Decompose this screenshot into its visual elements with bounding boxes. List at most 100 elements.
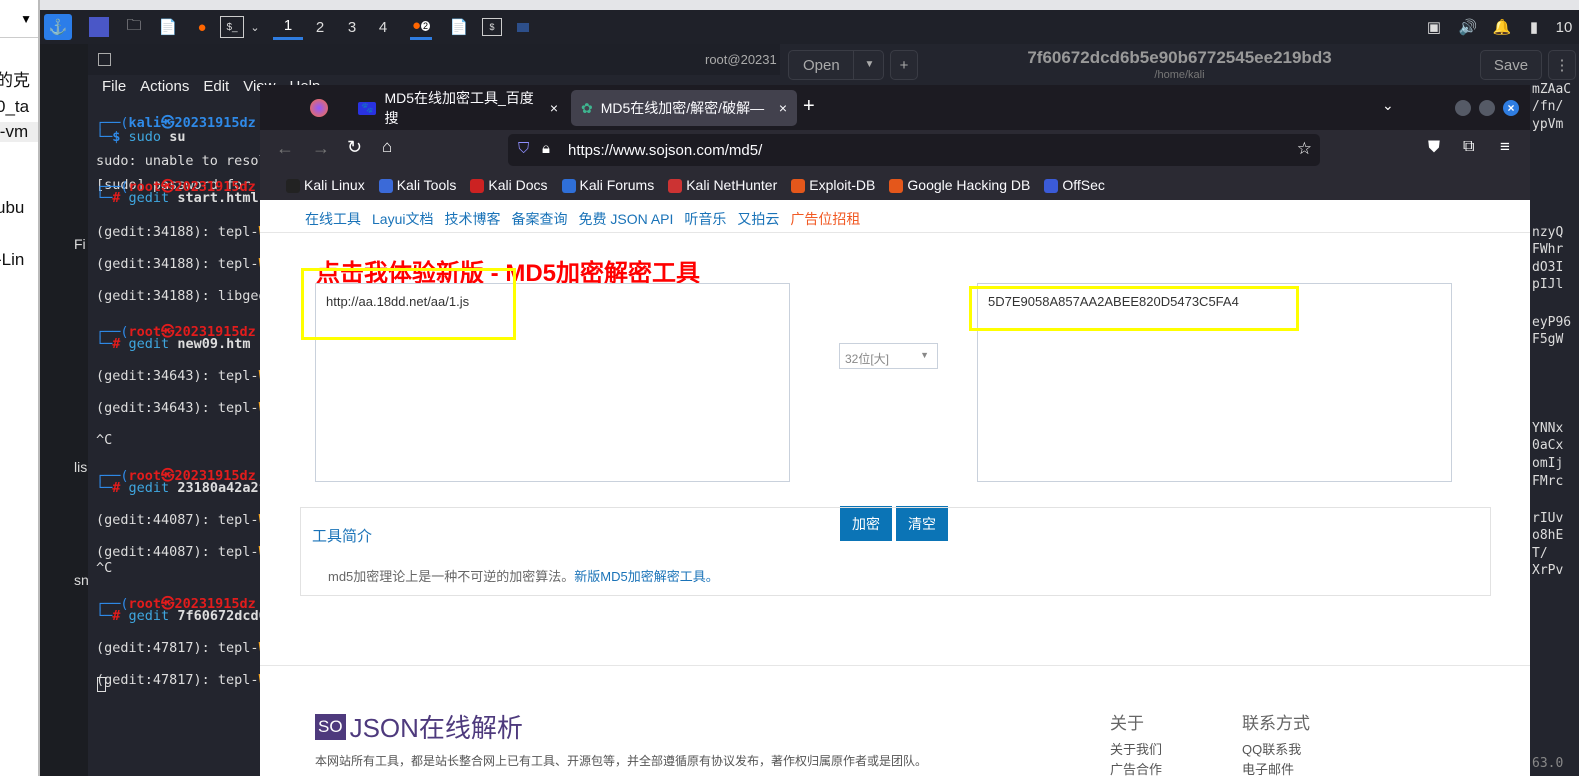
menu-edit[interactable]: Edit	[203, 78, 229, 95]
gedit-text-line[interactable]: omIj	[1532, 456, 1563, 471]
lock-icon[interactable]: 🔒︎	[542, 140, 550, 157]
gedit-text-line[interactable]: XrPv	[1532, 563, 1563, 578]
new-tab-button[interactable]: +	[803, 95, 815, 118]
gedit-text-line[interactable]: nzyQ	[1532, 225, 1563, 240]
site-nav-link[interactable]: 又拍云	[737, 209, 779, 229]
gedit-text-line[interactable]: YNNx	[1532, 421, 1563, 436]
minimize-button[interactable]	[1455, 100, 1471, 116]
bookmark-item[interactable]: Google Hacking DB	[889, 177, 1030, 194]
site-nav-link[interactable]: 备案查询	[511, 209, 567, 229]
footer-link[interactable]: 广告合作	[1110, 759, 1162, 776]
footer-link[interactable]: 电子邮件	[1242, 759, 1294, 776]
gedit-text-line[interactable]: F5gW	[1532, 332, 1563, 347]
extensions-icon[interactable]: ⧉	[1463, 138, 1474, 156]
workspace-3[interactable]: 3	[337, 14, 367, 40]
site-nav-link[interactable]: Layui文档	[372, 209, 433, 229]
save-button[interactable]: Save	[1480, 50, 1542, 80]
file-manager-icon[interactable]: 🗀	[122, 14, 146, 40]
bookmark-item[interactable]: Kali Forums	[561, 177, 654, 194]
bookmark-item[interactable]: Kali Tools	[378, 177, 456, 194]
window-task-icon[interactable]	[517, 22, 529, 32]
output-text: ^C	[96, 560, 113, 576]
new-version-link[interactable]: 新版MD5加密解密工具。	[574, 569, 718, 584]
bookmark-icon	[791, 179, 806, 194]
close-tab-icon[interactable]: ×	[550, 100, 558, 116]
workspace-2[interactable]: 2	[305, 14, 335, 40]
navigation-bar: ← → ↻ ⌂ ⛉ 🔒︎ https://www.sojson.com/md5/…	[260, 130, 1530, 170]
bookmark-label: Kali NetHunter	[686, 176, 778, 193]
site-nav-link[interactable]: 广告位招租	[790, 209, 860, 229]
bookmark-item[interactable]: OffSec	[1044, 177, 1105, 194]
firefox-task[interactable]: ● 2	[410, 14, 432, 40]
url-bar[interactable]: ⛉ 🔒︎ https://www.sojson.com/md5/ ☆	[508, 134, 1320, 166]
show-desktop-icon[interactable]	[89, 17, 109, 37]
url-text[interactable]: https://www.sojson.com/md5/	[568, 142, 762, 159]
menu-actions[interactable]: Actions	[140, 78, 189, 95]
command-arg: su	[169, 129, 186, 145]
reload-icon[interactable]: ↻	[347, 137, 362, 158]
desktop-icon-label[interactable]: Fi	[74, 236, 86, 252]
gedit-text-line[interactable]: mZAaC	[1532, 82, 1571, 97]
prompt-corner: └─	[96, 190, 113, 206]
firefox-icon[interactable]: ●	[190, 14, 214, 40]
chevron-down-icon[interactable]: ⌄	[248, 14, 262, 40]
site-nav-link[interactable]: 免费 JSON API	[578, 209, 673, 229]
bookmark-item[interactable]: Exploit-DB	[791, 177, 875, 194]
logo-mark: SO	[315, 713, 346, 740]
maximize-button[interactable]	[1479, 100, 1495, 116]
mode-select[interactable]: 32位[大] ▼	[839, 343, 938, 369]
site-nav-link[interactable]: 听音乐	[684, 209, 726, 229]
document-path: /home/kali	[1154, 69, 1205, 81]
gedit-text-line[interactable]: /fn/	[1532, 99, 1563, 114]
gedit-text-line[interactable]: FMrc	[1532, 474, 1563, 489]
text-editor-task[interactable]: 📄	[448, 14, 470, 40]
close-window-button[interactable]: ×	[1503, 100, 1519, 116]
footer-link[interactable]: 关于我们	[1110, 739, 1162, 758]
bookmark-item[interactable]: Kali NetHunter	[668, 176, 778, 194]
menu-kebab-icon[interactable]: ⋮	[1548, 50, 1576, 80]
volume-icon[interactable]: 🔊	[1458, 14, 1478, 40]
terminal-titlebar[interactable]: root@20231	[88, 44, 788, 75]
bookmark-item[interactable]: Kali Docs	[470, 177, 548, 194]
gedit-text-line[interactable]: dO3I	[1532, 260, 1563, 275]
network-icon[interactable]: ▣	[1424, 14, 1444, 40]
gedit-text-line[interactable]: T/	[1532, 546, 1548, 561]
bookmark-item[interactable]: Kali Linux	[286, 177, 365, 194]
dropdown-arrow-icon[interactable]: ▼	[0, 0, 38, 38]
forward-icon[interactable]: →	[312, 138, 330, 159]
site-nav-link[interactable]: 技术博客	[444, 209, 500, 229]
kali-menu-icon[interactable]: ⚓	[44, 14, 72, 40]
prompt-corner: └─	[96, 480, 113, 496]
terminal-icon[interactable]: $_	[220, 16, 244, 38]
hamburger-menu-icon[interactable]: ≡	[1500, 137, 1510, 157]
home-icon[interactable]: ⌂	[382, 137, 392, 157]
workspace-4[interactable]: 4	[368, 14, 398, 40]
gedit-text-line[interactable]: eyP96	[1532, 315, 1571, 330]
close-tab-icon[interactable]: ×	[779, 100, 787, 116]
notification-bell-icon[interactable]: 🔔	[1492, 14, 1512, 40]
battery-icon[interactable]: ▮	[1526, 14, 1542, 40]
back-icon[interactable]: ←	[276, 138, 294, 159]
tab-baidu[interactable]: 🐾 MD5在线加密工具_百度搜 ×	[348, 90, 568, 126]
terminal-task[interactable]: $	[482, 18, 502, 36]
gedit-text-line[interactable]: rIUv	[1532, 511, 1563, 526]
gedit-text-line[interactable]: ypVm	[1532, 117, 1563, 132]
clock[interactable]: 10	[1552, 14, 1576, 40]
workspace-1[interactable]: 1	[273, 14, 303, 40]
gedit-text-line[interactable]: pIJl	[1532, 277, 1563, 292]
firefox-window[interactable]: 🐾 MD5在线加密工具_百度搜 × ✿ MD5在线加密/解密/破解— × + ⌄ × ←…	[260, 85, 1530, 776]
footer-link[interactable]: QQ联系我	[1242, 739, 1301, 758]
site-nav-link[interactable]: 在线工具	[305, 209, 361, 229]
bookmark-star-icon[interactable]: ☆	[1297, 139, 1312, 159]
gedit-text-line[interactable]: 0aCx	[1532, 438, 1563, 453]
text-editor-icon[interactable]: 📄	[156, 14, 180, 40]
site-logo[interactable]: SO JSON在线解析	[315, 708, 523, 745]
tab-sojson[interactable]: ✿ MD5在线加密/解密/破解— ×	[571, 90, 797, 126]
menu-file[interactable]: File	[102, 78, 126, 95]
shield-icon[interactable]: ⛉	[518, 140, 529, 157]
desktop-icon-label[interactable]: lis	[74, 459, 87, 475]
gedit-text-line[interactable]: FWhr	[1532, 242, 1563, 257]
list-tabs-icon[interactable]: ⌄	[1382, 97, 1394, 114]
pocket-icon[interactable]: ⛊	[1428, 139, 1440, 157]
gedit-text-line[interactable]: o8hE	[1532, 528, 1563, 543]
